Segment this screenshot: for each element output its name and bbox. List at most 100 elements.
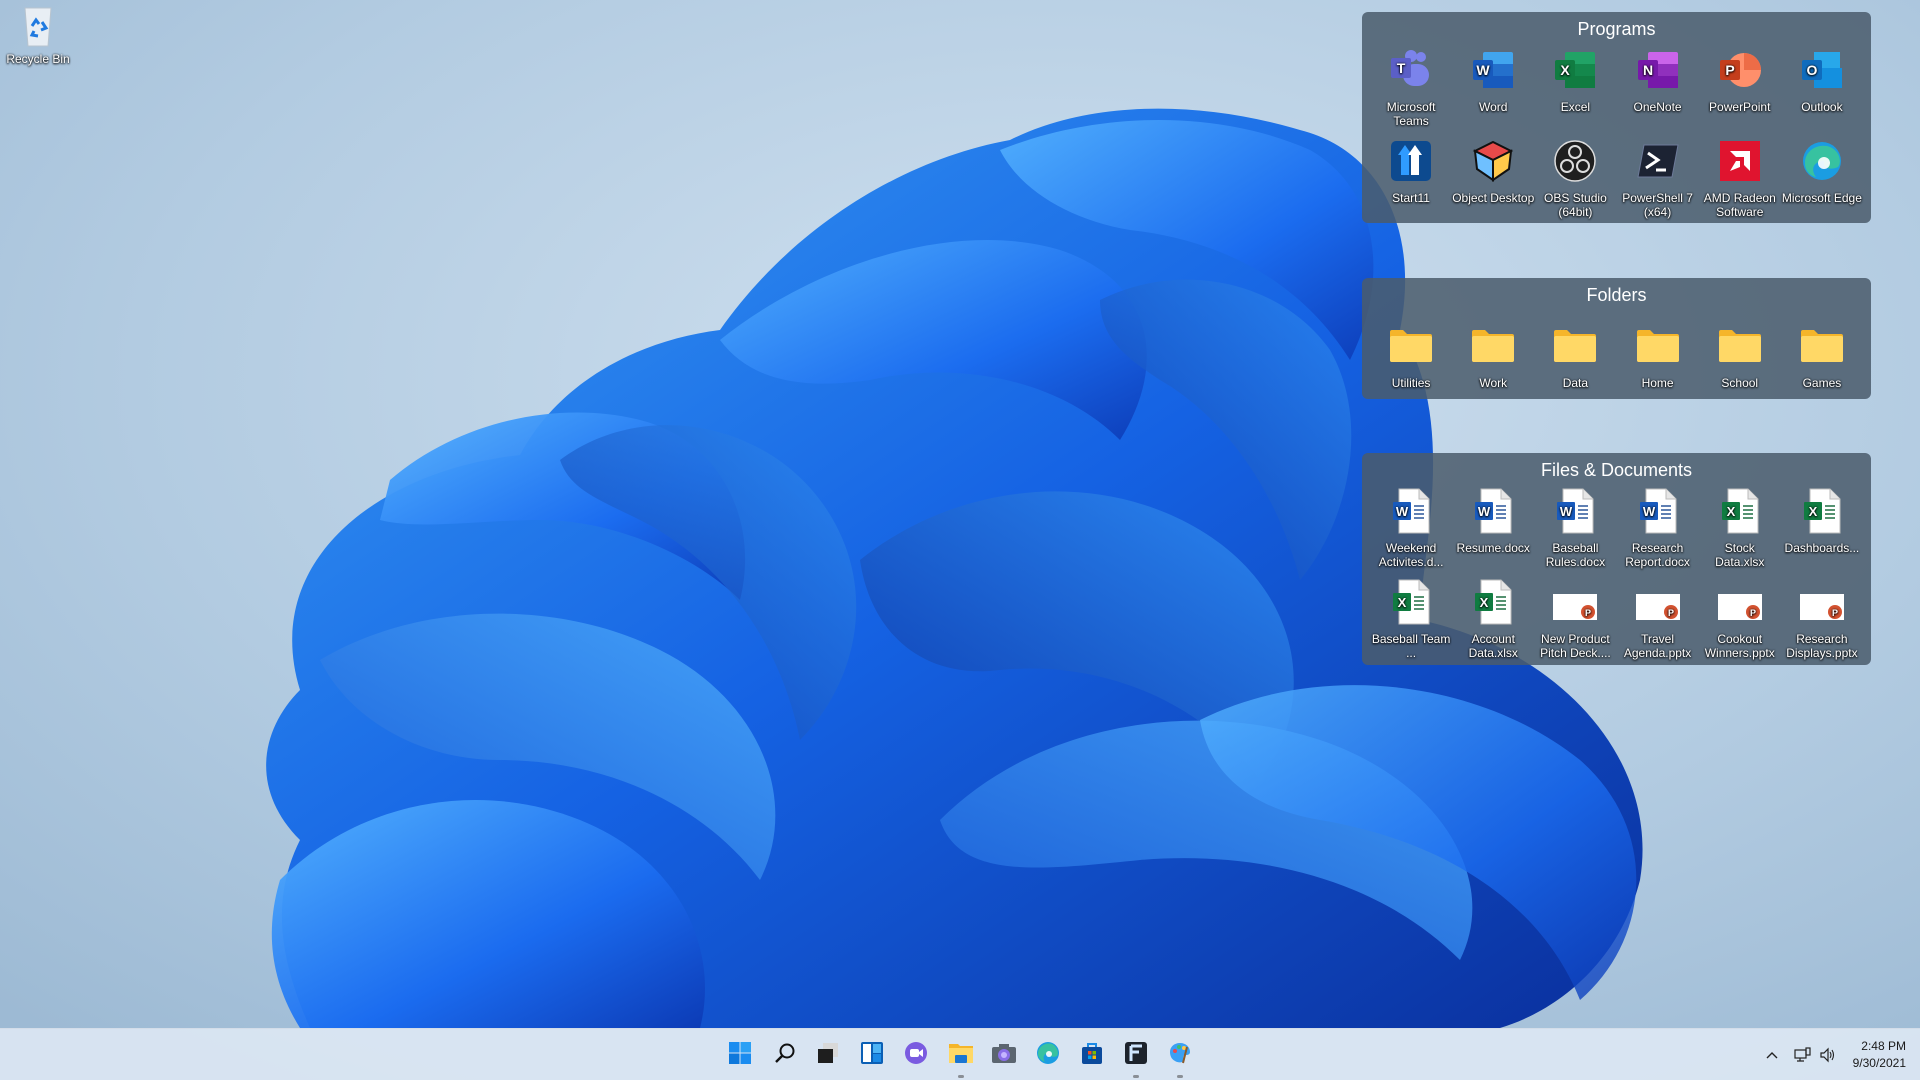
fence-item-home[interactable]: Home bbox=[1616, 308, 1698, 392]
svg-text:W: W bbox=[1642, 504, 1655, 519]
fence-item-obs-studio-64bit[interactable]: OBS Studio (64bit) bbox=[1534, 133, 1616, 224]
fence-item-label: New Product Pitch Deck.... bbox=[1540, 632, 1611, 660]
search-button[interactable] bbox=[765, 1037, 805, 1073]
fences-icon bbox=[1124, 1041, 1148, 1070]
system-tray bbox=[1760, 1029, 1840, 1080]
fence-item-powershell-7-x64[interactable]: PowerShell 7 (x64) bbox=[1616, 133, 1698, 224]
fence-item-label: School bbox=[1721, 376, 1759, 390]
svg-text:X: X bbox=[1398, 595, 1407, 610]
fence-item-label: Utilities bbox=[1391, 376, 1431, 390]
fence-title[interactable]: Folders bbox=[1362, 278, 1871, 308]
recycle-bin-icon bbox=[18, 4, 58, 48]
fence-item-travel-agenda-pptx[interactable]: P Travel Agenda.pptx bbox=[1616, 574, 1698, 665]
start11-icon bbox=[1385, 135, 1437, 187]
fence-item-label: Baseball Rules.docx bbox=[1545, 541, 1606, 569]
fence-item-data[interactable]: Data bbox=[1534, 308, 1616, 392]
fence-item-microsoft-edge[interactable]: Microsoft Edge bbox=[1781, 133, 1863, 224]
fence-item-onenote[interactable]: N OneNote bbox=[1616, 42, 1698, 133]
desktop-icon-recycle-bin[interactable]: Recycle Bin bbox=[0, 4, 76, 66]
taskbar: 2:48 PM 9/30/2021 bbox=[0, 1028, 1920, 1080]
edge-button[interactable] bbox=[1028, 1037, 1068, 1073]
running-indicator bbox=[1133, 1075, 1139, 1078]
edge-icon bbox=[1796, 135, 1848, 187]
fence-item-work[interactable]: Work bbox=[1452, 308, 1534, 392]
fence-programs[interactable]: Programs T Microsoft Teams W Word X Excel N One… bbox=[1362, 12, 1871, 223]
fence-item-label: Home bbox=[1641, 376, 1674, 390]
chevron-up-icon[interactable] bbox=[1760, 1050, 1784, 1060]
fence-item-baseball-rules-docx[interactable]: W Baseball Rules.docx bbox=[1534, 483, 1616, 574]
fence-item-stock-data-xlsx[interactable]: X Stock Data.xlsx bbox=[1699, 483, 1781, 574]
camera-icon bbox=[991, 1042, 1017, 1069]
fence-item-cookout-winners-pptx[interactable]: P Cookout Winners.pptx bbox=[1699, 574, 1781, 665]
microsoft-store-icon bbox=[1080, 1041, 1104, 1070]
file-explorer-icon bbox=[948, 1041, 974, 1070]
camera-button[interactable] bbox=[984, 1037, 1024, 1073]
fence-item-word[interactable]: W Word bbox=[1452, 42, 1534, 133]
folder-icon bbox=[1632, 320, 1684, 372]
task-view-button[interactable] bbox=[808, 1037, 848, 1073]
file-explorer-button[interactable] bbox=[941, 1037, 981, 1078]
xlsx-file-icon: X bbox=[1714, 485, 1766, 537]
folder-icon bbox=[1385, 320, 1437, 372]
fence-item-utilities[interactable]: Utilities bbox=[1370, 308, 1452, 392]
amd-radeon-icon bbox=[1714, 135, 1766, 187]
fence-item-account-data-xlsx[interactable]: X Account Data.xlsx bbox=[1452, 574, 1534, 665]
svg-text:T: T bbox=[1397, 60, 1406, 76]
network-icon[interactable] bbox=[1790, 1047, 1816, 1063]
svg-text:W: W bbox=[1477, 62, 1491, 78]
fence-item-label: Data bbox=[1562, 376, 1589, 390]
fences-button[interactable] bbox=[1116, 1037, 1156, 1078]
clock[interactable]: 2:48 PM 9/30/2021 bbox=[1853, 1038, 1906, 1072]
fence-item-excel[interactable]: X Excel bbox=[1534, 42, 1616, 133]
fence-item-label: Cookout Winners.pptx bbox=[1704, 632, 1775, 660]
xlsx-file-icon: X bbox=[1467, 576, 1519, 628]
volume-icon[interactable] bbox=[1816, 1047, 1840, 1063]
desktop-icon-label: Recycle Bin bbox=[6, 52, 70, 66]
fence-item-label: Games bbox=[1802, 376, 1842, 390]
widgets-button[interactable] bbox=[852, 1037, 892, 1073]
widgets-icon bbox=[860, 1041, 884, 1070]
fence-item-amd-radeon-software[interactable]: AMD Radeon Software bbox=[1699, 133, 1781, 224]
fence-item-label: Weekend Activites.d... bbox=[1378, 541, 1444, 569]
edge-icon bbox=[1036, 1041, 1060, 1070]
docx-file-icon: W bbox=[1385, 485, 1437, 537]
fence-item-weekend-activites-d[interactable]: W Weekend Activites.d... bbox=[1370, 483, 1452, 574]
search-icon bbox=[774, 1042, 796, 1069]
fence-folders[interactable]: Folders Utilities Work Data Home School Games bbox=[1362, 278, 1871, 399]
teams-chat-icon bbox=[904, 1041, 928, 1070]
fence-item-label: Word bbox=[1479, 100, 1508, 114]
fence-item-resume-docx[interactable]: W Resume.docx bbox=[1452, 483, 1534, 574]
fence-item-label: Object Desktop bbox=[1452, 191, 1535, 205]
chat-button[interactable] bbox=[896, 1037, 936, 1073]
fence-files-documents[interactable]: Files & Documents W Weekend Activites.d..… bbox=[1362, 453, 1871, 665]
pptx-file-icon: P bbox=[1714, 576, 1766, 628]
fence-item-object-desktop[interactable]: Object Desktop bbox=[1452, 133, 1534, 224]
fence-item-games[interactable]: Games bbox=[1781, 308, 1863, 392]
store-button[interactable] bbox=[1072, 1037, 1112, 1073]
svg-text:X: X bbox=[1480, 595, 1489, 610]
fence-item-label: Baseball Team ... bbox=[1371, 632, 1451, 660]
fence-title[interactable]: Programs bbox=[1362, 12, 1871, 42]
fence-item-research-displays-pptx[interactable]: P Research Displays.pptx bbox=[1781, 574, 1863, 665]
svg-text:O: O bbox=[1806, 62, 1817, 78]
fence-item-research-report-docx[interactable]: W Research Report.docx bbox=[1616, 483, 1698, 574]
start-button[interactable] bbox=[720, 1037, 760, 1073]
fence-item-microsoft-teams[interactable]: T Microsoft Teams bbox=[1370, 42, 1452, 133]
fence-item-new-product-pitch-deck[interactable]: P New Product Pitch Deck.... bbox=[1534, 574, 1616, 665]
fence-item-outlook[interactable]: O Outlook bbox=[1781, 42, 1863, 133]
folder-icon bbox=[1549, 320, 1601, 372]
fence-item-label: Microsoft Edge bbox=[1781, 191, 1862, 205]
fence-title[interactable]: Files & Documents bbox=[1362, 453, 1871, 483]
powershell-icon bbox=[1632, 135, 1684, 187]
fence-item-baseball-team[interactable]: X Baseball Team ... bbox=[1370, 574, 1452, 665]
fence-item-label: Stock Data.xlsx bbox=[1715, 541, 1765, 569]
fence-item-powerpoint[interactable]: P PowerPoint bbox=[1699, 42, 1781, 133]
paint-button[interactable] bbox=[1160, 1037, 1200, 1078]
fence-item-label: Work bbox=[1479, 376, 1508, 390]
fence-item-label: Resume.docx bbox=[1456, 541, 1530, 555]
fence-item-start11[interactable]: Start11 bbox=[1370, 133, 1452, 224]
fence-item-dashboards[interactable]: X Dashboards... bbox=[1781, 483, 1863, 574]
fence-item-school[interactable]: School bbox=[1699, 308, 1781, 392]
fence-item-label: PowerPoint bbox=[1709, 100, 1771, 114]
fence-item-label: OBS Studio (64bit) bbox=[1544, 191, 1607, 219]
